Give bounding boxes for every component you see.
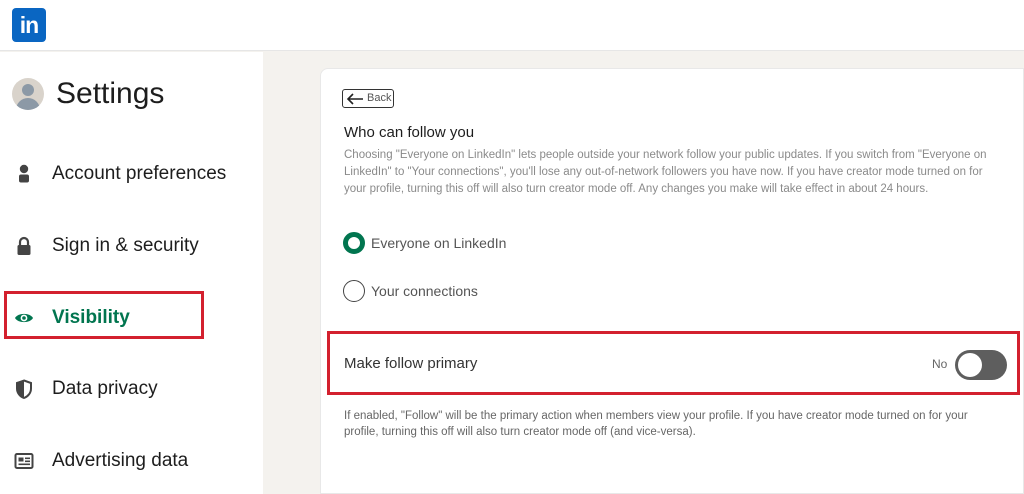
radio-button[interactable] xyxy=(343,280,365,302)
radio-label: Everyone on LinkedIn xyxy=(371,235,507,251)
avatar[interactable] xyxy=(12,78,44,110)
arrow-left-icon xyxy=(346,93,363,105)
radio-option-everyone[interactable]: Everyone on LinkedIn xyxy=(343,232,506,254)
back-button[interactable]: Back xyxy=(342,89,394,108)
sidebar-item-label: Advertising data xyxy=(52,450,189,471)
lock-icon xyxy=(17,236,31,255)
follow-primary-toggle[interactable] xyxy=(955,350,1007,380)
avatar-body xyxy=(16,98,40,110)
sidebar-item-sign-in-security[interactable]: Sign in & security xyxy=(0,222,263,270)
toggle-knob xyxy=(958,353,982,377)
page-title: Settings xyxy=(56,77,165,110)
sidebar-item-account-preferences[interactable]: Account preferences xyxy=(0,150,263,198)
top-bar: in xyxy=(0,0,1024,51)
settings-sidebar xyxy=(0,52,263,494)
sidebar-item-advertising-data[interactable]: Advertising data xyxy=(0,437,263,485)
sidebar-item-label: Data privacy xyxy=(52,378,158,399)
avatar-head xyxy=(22,84,34,96)
follow-primary-label: Make follow primary xyxy=(344,355,478,372)
sidebar-item-label: Sign in & security xyxy=(52,235,199,256)
follow-primary-note: If enabled, "Follow" will be the primary… xyxy=(344,410,968,438)
sidebar-item-label: Account preferences xyxy=(52,163,227,184)
person-icon xyxy=(19,164,29,183)
section-description: Choosing "Everyone on LinkedIn" lets peo… xyxy=(344,149,987,195)
radio-button-selected[interactable] xyxy=(343,232,365,254)
linkedin-logo-icon[interactable]: in xyxy=(12,8,46,42)
radio-option-connections[interactable]: Your connections xyxy=(343,280,478,302)
back-button-label: Back xyxy=(367,92,392,104)
shield-icon xyxy=(16,379,32,399)
section-heading: Who can follow you xyxy=(344,124,475,141)
toggle-state-label: No xyxy=(932,357,948,371)
newspaper-icon xyxy=(14,453,34,469)
visibility-highlight-box xyxy=(4,291,204,339)
sidebar-item-data-privacy[interactable]: Data privacy xyxy=(0,365,263,413)
radio-label: Your connections xyxy=(371,283,478,299)
